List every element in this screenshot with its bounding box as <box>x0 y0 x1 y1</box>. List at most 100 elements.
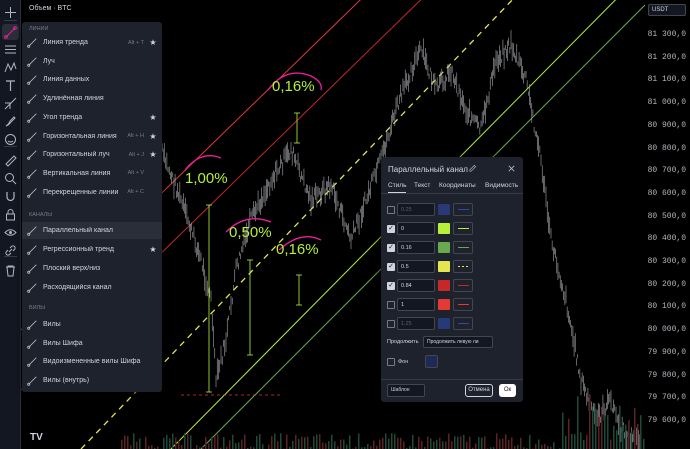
price-label: 80 200,0 <box>647 279 686 289</box>
level-checkbox[interactable] <box>387 320 395 328</box>
level-line-style[interactable] <box>453 279 473 292</box>
volume-bar <box>205 436 207 449</box>
menu-item-inside-pitchfork[interactable]: Вилы (внутрь) <box>22 372 162 389</box>
magnet-icon[interactable] <box>2 188 19 204</box>
favorite-star-icon[interactable]: ★ <box>148 113 158 122</box>
menu-item-horizontal-line[interactable]: Горизонтальная линия Alt + H ★ <box>22 128 162 145</box>
menu-item-ray[interactable]: Луч <box>22 53 162 70</box>
level-color-swatch[interactable] <box>438 318 450 329</box>
level-value-input[interactable]: 1.25 <box>397 317 435 330</box>
dialog-footer-divider <box>381 379 523 380</box>
pitchfork-icon <box>26 319 38 331</box>
favorite-star-icon[interactable]: ★ <box>148 132 158 141</box>
level-line-style[interactable] <box>453 298 473 311</box>
menu-item-label: Видоизмененные вилы Шифа <box>43 358 141 365</box>
favorite-star-icon[interactable]: ★ <box>148 38 158 47</box>
trendline-icon[interactable] <box>2 24 19 40</box>
volume-bar <box>460 436 462 449</box>
zoom-icon[interactable] <box>2 170 19 186</box>
trash-icon[interactable] <box>2 262 19 278</box>
ruler-icon[interactable] <box>2 152 19 168</box>
volume-bar <box>562 412 564 449</box>
level-color-swatch[interactable] <box>438 299 450 310</box>
menu-item-extended-line[interactable]: Удлинённая линия <box>22 90 162 107</box>
favorite-star-icon[interactable]: ★ <box>148 245 158 254</box>
menu-item-vertical-line[interactable]: Вертикальная линия Alt + V <box>22 165 162 182</box>
horizontal-lines-icon[interactable] <box>2 41 19 57</box>
volume-bar <box>256 435 258 449</box>
level-checkbox[interactable]: ✓ <box>387 225 395 233</box>
template-select[interactable]: Шаблон <box>387 384 425 397</box>
menu-item-modified-schiff-pitchfork[interactable]: Видоизмененные вилы Шифа <box>22 353 162 370</box>
level-color-swatch[interactable] <box>438 242 450 253</box>
level-checkbox[interactable] <box>387 301 395 309</box>
volume-bar <box>454 436 456 449</box>
level-value-input[interactable]: 0 <box>397 222 435 235</box>
level-color-swatch[interactable] <box>438 261 450 272</box>
level-color-swatch[interactable] <box>438 280 450 291</box>
price-axis[interactable]: 81 300,0 81 200,0 81 100,0 81 000,0 80 900,0… <box>645 0 690 449</box>
tab-coordinates[interactable]: Координаты <box>439 182 476 189</box>
section-channels: КАНАЛЫ <box>29 212 53 218</box>
volume-bar <box>139 438 141 449</box>
level-color-swatch[interactable] <box>438 204 450 215</box>
volume-bar <box>466 441 468 449</box>
volume-bar <box>127 436 129 449</box>
price-label: 80 100,0 <box>647 302 686 312</box>
menu-item-shortcut: Alt + C <box>127 189 144 196</box>
level-checkbox[interactable]: ✓ <box>387 282 395 290</box>
level-value-input[interactable]: 0.25 <box>397 203 435 216</box>
level-value-input[interactable]: 0.5 <box>397 260 435 273</box>
volume-bar <box>508 440 510 449</box>
eye-icon[interactable] <box>2 224 19 240</box>
menu-item-horizontal-ray[interactable]: Горизонтальный луч Alt + J ★ <box>22 146 162 163</box>
tab-visibility[interactable]: Видимость <box>485 182 518 189</box>
level-checkbox[interactable]: ✓ <box>387 244 395 252</box>
extend-select[interactable]: Продолжить левую ли <box>423 336 493 348</box>
projection-icon[interactable] <box>2 95 19 111</box>
menu-item-trend-angle[interactable]: Угол тренда ★ <box>22 109 162 126</box>
annotation-016-top: 0,16% <box>272 78 315 95</box>
level-line-style[interactable] <box>453 203 473 216</box>
level-checkbox[interactable] <box>387 206 395 214</box>
volume-bar <box>622 425 624 449</box>
currency-select[interactable]: USDT <box>648 4 686 16</box>
menu-item-flat-top-bottom[interactable]: Плоский верх/низ <box>22 260 162 277</box>
level-line-style[interactable] <box>453 222 473 235</box>
text-icon[interactable] <box>2 77 19 93</box>
crosshair-icon[interactable] <box>2 4 19 20</box>
level-line-style[interactable] <box>453 241 473 254</box>
menu-item-regression-trend[interactable]: Регрессионный тренд ★ <box>22 241 162 258</box>
emoji-icon[interactable] <box>2 131 19 147</box>
background-color-swatch[interactable] <box>425 355 438 368</box>
level-line-style[interactable] <box>453 260 473 273</box>
brush-icon[interactable] <box>2 113 19 129</box>
close-icon[interactable] <box>507 164 516 173</box>
level-checkbox[interactable]: ✓ <box>387 263 395 271</box>
level-value-input[interactable]: 0.16 <box>397 241 435 254</box>
ok-button[interactable]: Ок <box>499 384 516 397</box>
menu-item-schiff-pitchfork[interactable]: Вилы Шифа <box>22 335 162 352</box>
pattern-icon[interactable] <box>2 59 19 75</box>
lock-icon[interactable] <box>2 206 19 222</box>
favorite-star-icon[interactable]: ★ <box>148 150 158 159</box>
cancel-button[interactable]: Отмена <box>465 384 493 397</box>
menu-item-trendline[interactable]: Линия тренда Alt + T ★ <box>22 34 162 51</box>
level-value-input[interactable]: 1 <box>397 298 435 311</box>
pencil-icon[interactable] <box>468 164 477 173</box>
volume-bar <box>628 421 630 449</box>
tab-style[interactable]: Стиль <box>388 182 407 193</box>
price-label: 81 000,0 <box>647 98 686 108</box>
menu-item-parallel-channel[interactable]: Параллельный канал <box>22 222 162 239</box>
level-value-input[interactable]: 0.84 <box>397 279 435 292</box>
level-color-swatch[interactable] <box>438 223 450 234</box>
volume-bar <box>631 431 633 449</box>
background-checkbox[interactable] <box>387 358 395 366</box>
flat-top-bottom-icon <box>26 263 38 275</box>
menu-item-pitchfork[interactable]: Вилы <box>22 316 162 333</box>
menu-item-cross-line[interactable]: Перекрещенные линии Alt + C <box>22 184 162 201</box>
tab-text[interactable]: Текст <box>414 182 430 189</box>
level-line-style[interactable] <box>453 317 473 330</box>
menu-item-disjoint-channel[interactable]: Расходящийся канал <box>22 279 162 296</box>
menu-item-info-line[interactable]: Линия данных <box>22 71 162 88</box>
